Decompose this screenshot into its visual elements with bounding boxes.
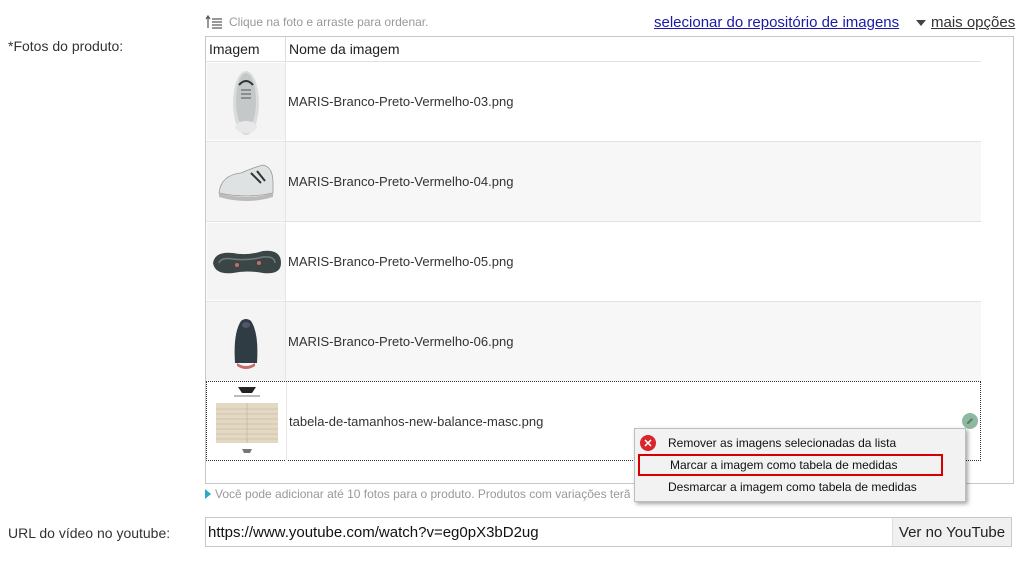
photo-limit-info: Você pode adicionar até 10 fotos para o …: [205, 487, 630, 501]
youtube-label: URL do vídeo no youtube:: [8, 525, 171, 541]
sort-hint-text: Clique na foto e arraste para ordenar.: [229, 15, 429, 29]
table-row[interactable]: MARIS-Branco-Preto-Vermelho-04.png: [206, 141, 981, 221]
info-marker-icon: [205, 489, 211, 499]
more-options-label: mais opções: [931, 14, 1016, 31]
table-row[interactable]: MARIS-Branco-Preto-Vermelho-05.png: [206, 221, 981, 301]
edit-icon[interactable]: [962, 413, 978, 429]
image-name: MARIS-Branco-Preto-Vermelho-03.png: [288, 94, 514, 109]
youtube-url-field: Ver no YouTube: [205, 517, 1012, 547]
context-menu: ✕ Remover as imagens selecionadas da lis…: [634, 428, 966, 502]
shoe-side-icon: [207, 143, 285, 220]
photo-limit-info-text: Você pode adicionar até 10 fotos para o …: [215, 487, 630, 501]
youtube-url-input[interactable]: [206, 518, 888, 546]
column-header-name: Nome da imagem: [289, 41, 400, 57]
image-name: tabela-de-tamanhos-new-balance-masc.png: [289, 414, 544, 429]
sort-hint: Clique na foto e arraste para ordenar.: [205, 15, 428, 29]
menu-item-remove-selected[interactable]: ✕ Remover as imagens selecionadas da lis…: [635, 432, 965, 454]
menu-item-unmark-size-chart[interactable]: Desmarcar a imagem como tabela de medida…: [635, 476, 965, 498]
photo-list[interactable]: Imagem Nome da imagem MARIS-Branco-Preto…: [205, 36, 1014, 484]
size-chart-icon: [208, 383, 286, 460]
table-row[interactable]: MARIS-Branco-Preto-Vermelho-06.png: [206, 301, 981, 381]
table-row[interactable]: MARIS-Branco-Preto-Vermelho-03.png: [206, 61, 981, 141]
image-name: MARIS-Branco-Preto-Vermelho-06.png: [288, 334, 514, 349]
image-name: MARIS-Branco-Preto-Vermelho-04.png: [288, 174, 514, 189]
shoe-front-icon: [207, 63, 285, 140]
chevron-down-icon: [916, 19, 926, 26]
view-on-youtube-button[interactable]: Ver no YouTube: [892, 518, 1011, 546]
menu-item-mark-size-chart[interactable]: Marcar a imagem como tabela de medidas: [638, 454, 943, 476]
shoe-sole-icon: [207, 223, 285, 300]
photo-table-header: Imagem Nome da imagem: [206, 37, 981, 61]
shoe-back-icon: [207, 303, 285, 380]
photos-label: *Fotos do produto:: [8, 38, 124, 54]
more-options-link[interactable]: mais opções: [916, 14, 1015, 31]
column-header-image: Imagem: [209, 41, 260, 57]
sort-icon: [205, 15, 223, 29]
select-from-repository-link[interactable]: selecionar do repositório de imagens: [654, 14, 899, 31]
remove-icon: ✕: [640, 435, 656, 451]
image-name: MARIS-Branco-Preto-Vermelho-05.png: [288, 254, 514, 269]
